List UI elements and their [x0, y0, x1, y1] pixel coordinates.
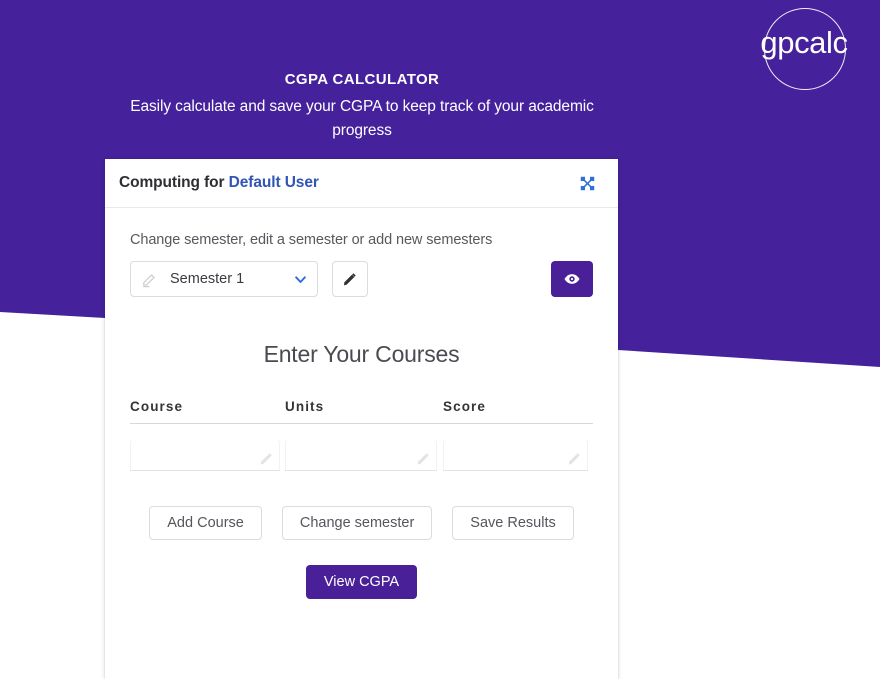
shuffle-user-button[interactable] [574, 170, 600, 196]
computing-for-prefix: Computing for [119, 174, 229, 191]
shuffle-icon [580, 176, 594, 190]
pencil-icon [260, 453, 272, 465]
current-user-name: Default User [228, 174, 319, 191]
eye-icon [564, 274, 580, 284]
column-header-units: Units [285, 399, 325, 414]
add-course-button[interactable]: Add Course [149, 506, 262, 540]
column-header-score: Score [443, 399, 487, 414]
preview-cgpa-button[interactable] [551, 261, 593, 297]
app-logo: gpcalc [756, 4, 852, 100]
chevron-down-icon [295, 275, 306, 283]
courses-heading: Enter Your Courses [263, 341, 460, 367]
edit-semester-button[interactable] [332, 261, 368, 297]
secondary-actions: Add Course Change semester Save Results [130, 506, 593, 540]
courses-table: Course Units Score Add Course Change sem… [130, 399, 593, 599]
course-name-input[interactable] [130, 439, 280, 471]
calculator-card: Computing for Default User Change semest… [105, 159, 618, 679]
semester-instruction: Change semester, edit a semester or add … [130, 232, 493, 248]
page-title: CGPA CALCULATOR [284, 71, 440, 88]
semester-controls-row: Semester 1 [130, 261, 593, 297]
courses-table-header: Course Units Score [130, 399, 593, 424]
computing-for-label: Computing for Default User [119, 174, 319, 192]
view-cgpa-button[interactable]: View CGPA [305, 565, 418, 599]
course-units-input[interactable] [285, 439, 437, 471]
pencil-icon [143, 273, 156, 287]
semester-select-value: Semester 1 [170, 271, 245, 287]
page-subtitle: Easily calculate and save your CGPA to k… [130, 98, 594, 139]
semester-section: Change semester, edit a semester or add … [105, 208, 618, 297]
column-header-course: Course [130, 399, 184, 414]
pencil-icon [344, 273, 356, 286]
semester-select[interactable]: Semester 1 [130, 261, 318, 297]
course-score-input[interactable] [443, 439, 588, 471]
save-results-button[interactable]: Save Results [452, 506, 574, 540]
logo-text: gpcalc [760, 25, 848, 60]
pencil-icon [417, 453, 429, 465]
primary-actions: View CGPA [130, 565, 593, 599]
page-header: CGPA CALCULATOR Easily calculate and sav… [0, 70, 724, 143]
change-semester-button[interactable]: Change semester [281, 506, 433, 540]
pencil-icon [568, 453, 580, 465]
table-row [130, 439, 593, 471]
card-header: Computing for Default User [105, 159, 618, 208]
